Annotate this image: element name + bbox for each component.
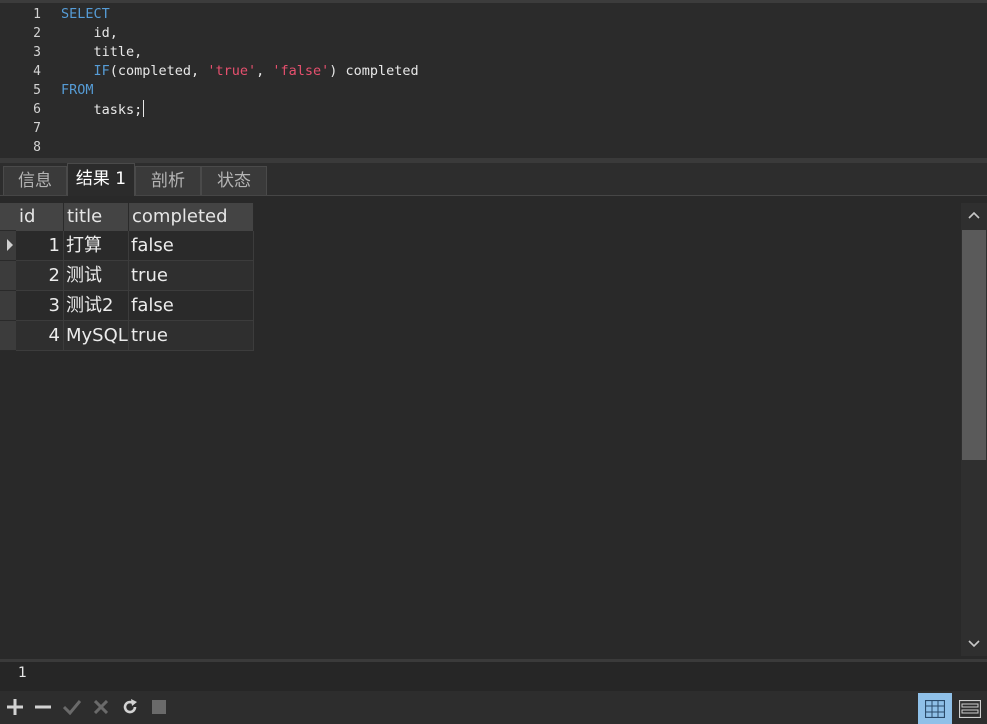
line-number: 8 (33, 140, 41, 155)
grid-cell-id[interactable]: 1 (16, 231, 64, 261)
grid-cell-title[interactable]: 测试2 (64, 291, 129, 321)
grid-cell-completed[interactable]: false (129, 291, 254, 321)
status-strip: 1 (0, 659, 987, 691)
grid-cell-completed[interactable]: true (129, 261, 254, 291)
sql-text: (completed, (109, 63, 208, 79)
result-grid[interactable]: id title completed 1 打算 false 2 测试 true 3 测试2 fa… (0, 196, 987, 659)
code-line[interactable]: title, (61, 43, 143, 62)
code-line[interactable]: id, (61, 24, 118, 43)
line-number: 7 (33, 121, 41, 136)
form-view-icon[interactable] (953, 693, 987, 724)
grid-cell-completed[interactable]: false (129, 231, 254, 261)
grid-cell-title[interactable]: 测试 (64, 261, 129, 291)
close-icon[interactable] (89, 695, 113, 719)
column-header-completed[interactable]: completed (129, 203, 254, 231)
grid-corner (0, 203, 16, 231)
line-number: 3 (33, 45, 41, 60)
tab-result-1[interactable]: 结果 1 (67, 163, 135, 196)
tab-profile[interactable]: 剖析 (135, 166, 201, 195)
grid-cell-completed[interactable]: true (129, 321, 254, 351)
bottom-toolbar (0, 691, 987, 724)
plus-icon[interactable] (3, 695, 27, 719)
line-number: 5 (33, 83, 41, 98)
line-number-gutter: 1 2 3 4 5 6 7 8 (0, 3, 46, 160)
check-icon[interactable] (60, 695, 84, 719)
scroll-up-icon[interactable] (961, 203, 987, 227)
scroll-down-icon[interactable] (961, 632, 987, 656)
line-number: 2 (33, 26, 41, 41)
grid-cell-title[interactable]: 打算 (64, 231, 129, 261)
tab-status[interactable]: 状态 (201, 166, 267, 195)
code-line[interactable]: tasks; (61, 100, 145, 120)
text-caret (143, 100, 145, 117)
row-indicator[interactable] (0, 291, 16, 321)
scrollbar-thumb[interactable] (962, 230, 986, 460)
row-indicator[interactable] (0, 261, 16, 291)
grid-cell-title[interactable]: MySQL (64, 321, 129, 351)
line-number: 6 (33, 102, 41, 117)
column-header-id[interactable]: id (16, 203, 64, 231)
sql-string: 'false' (272, 63, 330, 79)
grid-view-icon[interactable] (918, 693, 952, 724)
current-row-indicator[interactable] (0, 231, 16, 261)
sql-text: ) completed (329, 63, 419, 79)
sql-text: , (256, 63, 273, 79)
code-line[interactable]: IF(completed, 'true', 'false') completed (61, 62, 419, 81)
code-line[interactable]: FROM (61, 81, 94, 100)
sql-text: title, (61, 44, 143, 60)
grid-cell-id[interactable]: 3 (16, 291, 64, 321)
line-number: 4 (33, 64, 41, 79)
sql-text: id, (61, 25, 118, 41)
result-tab-bar: 信息 结果 1 剖析 状态 (0, 163, 987, 196)
grid-cell-id[interactable]: 2 (16, 261, 64, 291)
sql-string: 'true' (207, 63, 257, 79)
tab-info[interactable]: 信息 (3, 166, 67, 195)
sql-keyword: IF (93, 63, 110, 79)
sql-keyword: FROM (61, 82, 94, 98)
sql-text: tasks; (61, 102, 143, 118)
grid-cell-id[interactable]: 4 (16, 321, 64, 351)
column-header-title[interactable]: title (64, 203, 129, 231)
vertical-scrollbar[interactable] (961, 203, 987, 656)
refresh-icon[interactable] (118, 695, 142, 719)
status-text: 1 (18, 665, 27, 681)
sql-keyword: SELECT (61, 6, 110, 22)
minus-icon[interactable] (31, 695, 55, 719)
stop-icon[interactable] (147, 695, 171, 719)
sql-editor[interactable]: 1 2 3 4 5 6 7 8 SELECT id, title, IF(completed,… (0, 0, 987, 160)
row-indicator[interactable] (0, 321, 16, 351)
line-number: 1 (33, 7, 41, 22)
code-line[interactable]: SELECT (61, 5, 110, 24)
